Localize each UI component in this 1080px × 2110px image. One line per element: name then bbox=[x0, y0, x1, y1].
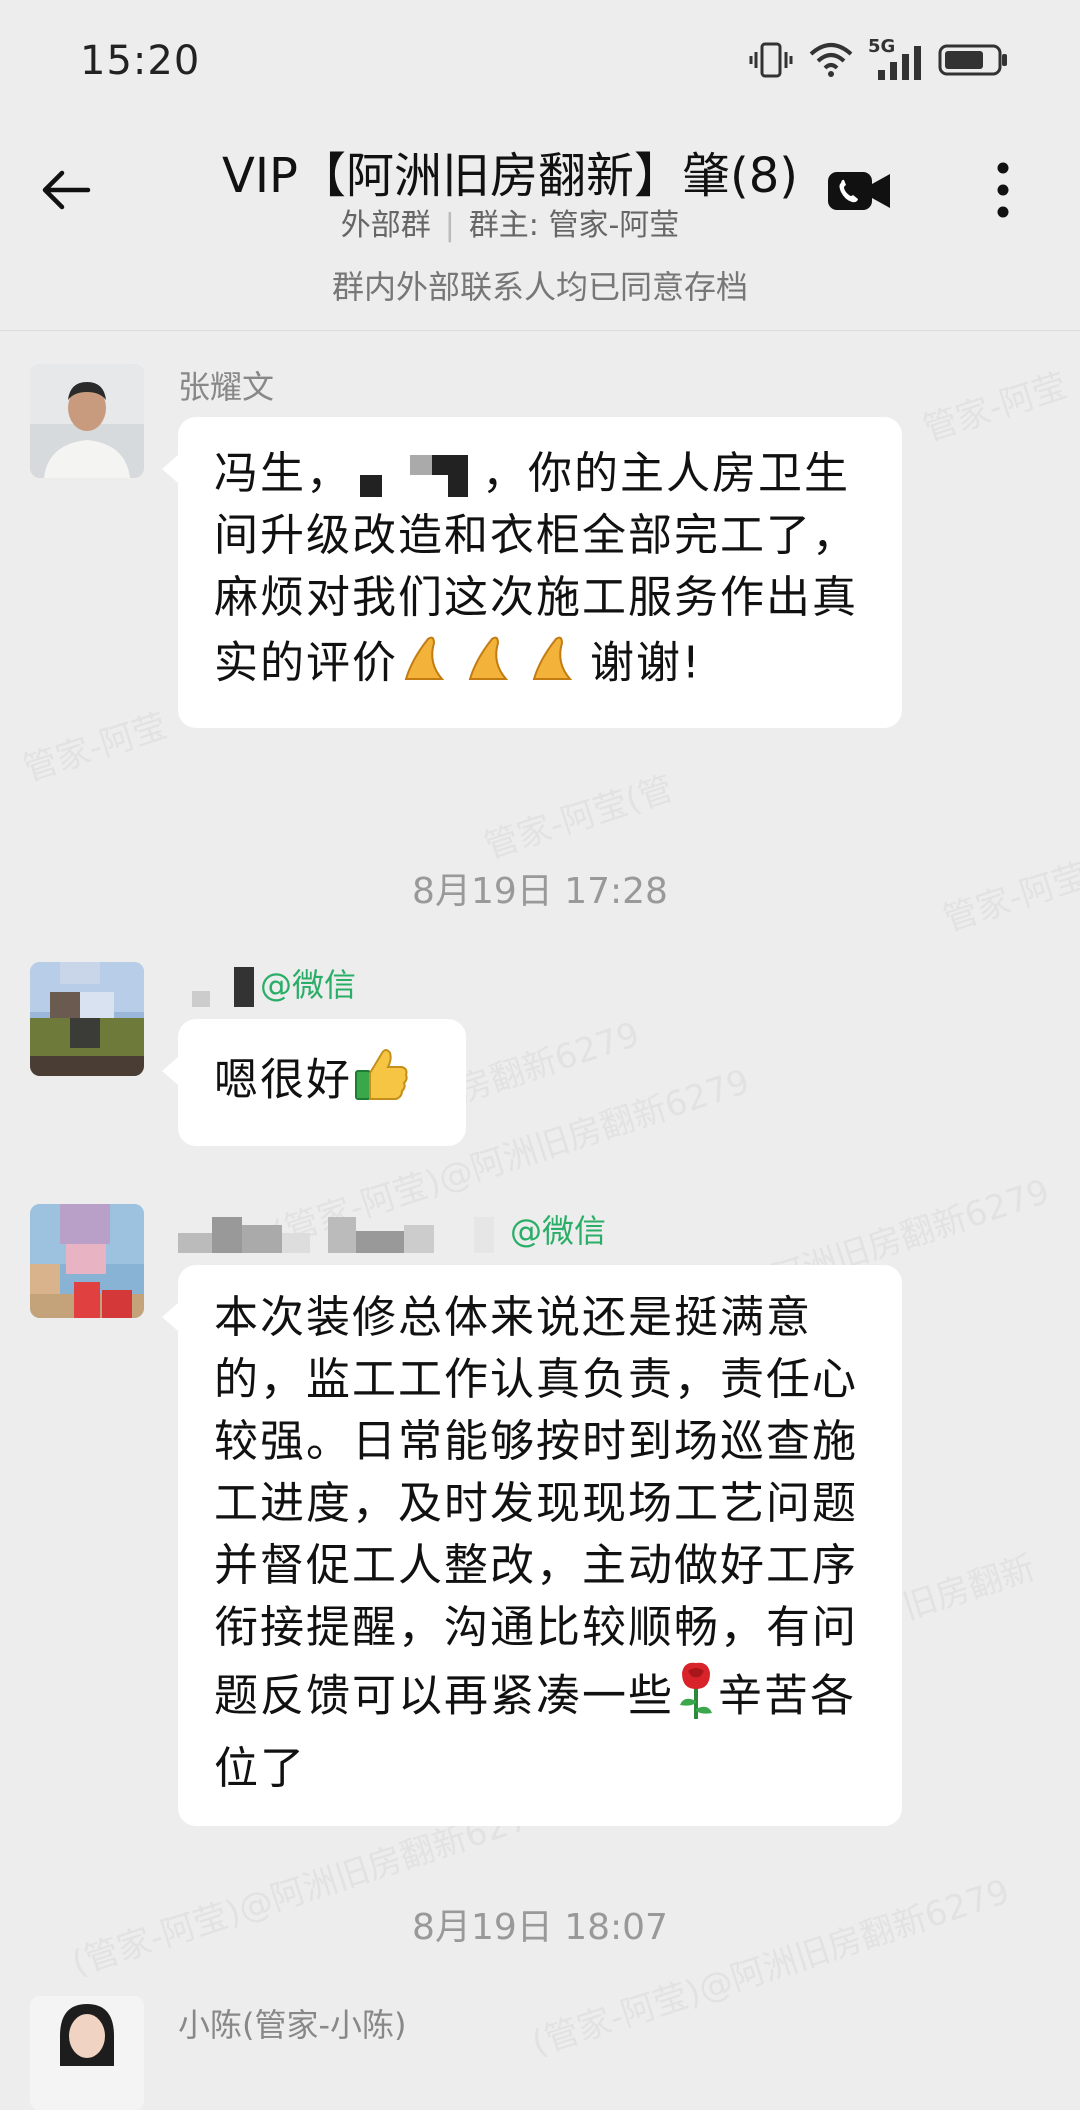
pixelated-avatar-icon bbox=[30, 962, 144, 1076]
wifi-icon bbox=[809, 43, 853, 77]
group-owner-label: 群主: 管家-阿莹 bbox=[468, 208, 680, 243]
watermark-text: (管家-阿莹)@阿洲旧房翻新6279 bbox=[527, 1871, 1015, 2065]
watermark-text: 旧房翻新 bbox=[898, 1547, 1040, 1628]
sender-name: 小陈(管家-小陈) bbox=[178, 2006, 407, 2044]
redacted-name bbox=[178, 967, 260, 1007]
rose-icon bbox=[674, 1659, 718, 1738]
message-text: 本次装修总体来说还是挺满意的，监工工作认真负责，责任心较强。日常能够按时到场巡查… bbox=[214, 1292, 858, 1722]
signal-icon: 5G bbox=[868, 36, 924, 80]
avatar[interactable] bbox=[30, 1204, 144, 1318]
redacted-name bbox=[352, 455, 482, 497]
message-text: 谢谢! bbox=[590, 637, 702, 689]
wechat-tag: @微信 bbox=[260, 966, 357, 1004]
status-time: 15:20 bbox=[80, 38, 201, 84]
back-arrow-icon[interactable] bbox=[36, 160, 96, 220]
sender-name: @微信 bbox=[178, 960, 356, 1007]
avatar[interactable] bbox=[30, 1996, 144, 2110]
status-icons: 5G bbox=[748, 36, 1010, 80]
message-text: 冯生， bbox=[214, 448, 352, 499]
status-bar: 15:20 5G bbox=[0, 0, 1080, 130]
wechat-tag: @微信 bbox=[510, 1212, 607, 1250]
watermark-text: 管家-阿莹 bbox=[18, 705, 172, 790]
pray-emoji-group bbox=[398, 629, 590, 702]
person-photo-icon bbox=[30, 1996, 144, 2110]
more-options-icon[interactable] bbox=[978, 158, 1028, 222]
message-text: 嗯很好 bbox=[214, 1054, 352, 1106]
avatar[interactable] bbox=[30, 962, 144, 1076]
person-photo-icon bbox=[30, 364, 144, 478]
message-bubble[interactable]: 嗯很好 bbox=[162, 1019, 466, 1146]
header-divider bbox=[0, 330, 1080, 331]
sender-name: 张耀文 bbox=[178, 368, 275, 406]
watermark-text: 管家-阿莹 bbox=[918, 365, 1072, 450]
chat-subtitle: 外部群 | 群主: 管家-阿莹 bbox=[340, 208, 680, 243]
battery-icon bbox=[938, 44, 1007, 76]
redacted-name bbox=[178, 1211, 510, 1255]
timestamp: 8月19日 17:28 bbox=[412, 871, 668, 912]
chat-header: VIP【阿洲旧房翻新】肇(8) 外部群 | 群主: 管家-阿莹 bbox=[0, 130, 1080, 250]
vibrate-icon bbox=[749, 42, 793, 78]
pixelated-avatar-icon bbox=[30, 1204, 144, 1318]
sender-name: @微信 bbox=[178, 1206, 606, 1255]
praying-hands-icon bbox=[404, 636, 573, 680]
archive-notice: 群内外部联系人均已同意存档 bbox=[331, 268, 748, 306]
avatar[interactable] bbox=[30, 364, 144, 478]
timestamp: 8月19日 18:07 bbox=[412, 1907, 668, 1948]
thumbs-up-icon bbox=[352, 1045, 410, 1120]
message-bubble[interactable]: 冯生， ，你的主人房卫生间升级改造和衣柜全部完工了，麻烦对我们这次施工服务作出真… bbox=[162, 417, 902, 728]
chat-title[interactable]: VIP【阿洲旧房翻新】肇(8) bbox=[200, 136, 820, 206]
video-call-icon[interactable] bbox=[826, 166, 892, 216]
group-type-label: 外部群 bbox=[340, 208, 431, 243]
watermark-text: 管家-阿莹(管 bbox=[479, 768, 679, 868]
message-bubble[interactable]: 本次装修总体来说还是挺满意的，监工工作认真负责，责任心较强。日常能够按时到场巡查… bbox=[162, 1265, 902, 1826]
